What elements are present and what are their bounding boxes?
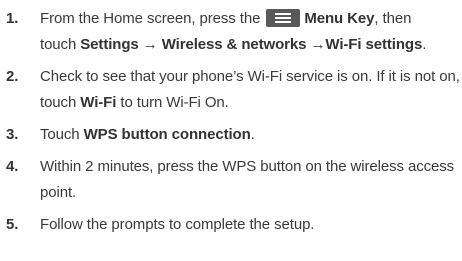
- step-text: .: [250, 126, 255, 143]
- step-text: , then: [374, 10, 412, 27]
- step-number: 2.: [6, 68, 19, 85]
- step-text: Within 2 minutes, press the WPS button o…: [40, 158, 455, 201]
- wireless-networks-label: Wireless & networks: [161, 36, 307, 53]
- step-text: Follow the prompts to complete the setup…: [40, 216, 315, 233]
- step-text: .: [422, 36, 427, 53]
- step-2: 2. Check to see that your phone’s Wi-Fi …: [0, 64, 462, 116]
- step-text: From the Home screen, press the: [40, 10, 261, 27]
- settings-label: Settings: [80, 36, 139, 53]
- step-4: 4. Within 2 minutes, press the WPS butto…: [0, 154, 462, 206]
- wifi-label: Wi-Fi: [80, 94, 117, 111]
- arrow-icon: →: [310, 36, 326, 53]
- step-text: Touch: [40, 126, 80, 143]
- step-number: 3.: [6, 126, 19, 143]
- step-number: 4.: [6, 158, 19, 175]
- step-number: 1.: [6, 10, 19, 27]
- step-3: 3. Touch WPS button connection.: [0, 122, 462, 148]
- step-text: touch: [40, 36, 77, 53]
- arrow-icon: →: [142, 36, 158, 53]
- step-text: to turn Wi-Fi On.: [120, 94, 229, 111]
- menu-key-label: Menu Key: [304, 10, 375, 27]
- step-1: 1. From the Home screen, press the Menu K…: [0, 6, 462, 58]
- wifi-settings-label: Wi-Fi settings: [325, 36, 423, 53]
- instruction-steps: 1. From the Home screen, press the Menu K…: [0, 6, 462, 244]
- wps-button-connection-label: WPS button connection: [83, 126, 251, 143]
- menu-key-icon: [266, 8, 301, 27]
- step-number: 5.: [6, 216, 19, 233]
- step-5: 5. Follow the prompts to complete the se…: [0, 212, 462, 238]
